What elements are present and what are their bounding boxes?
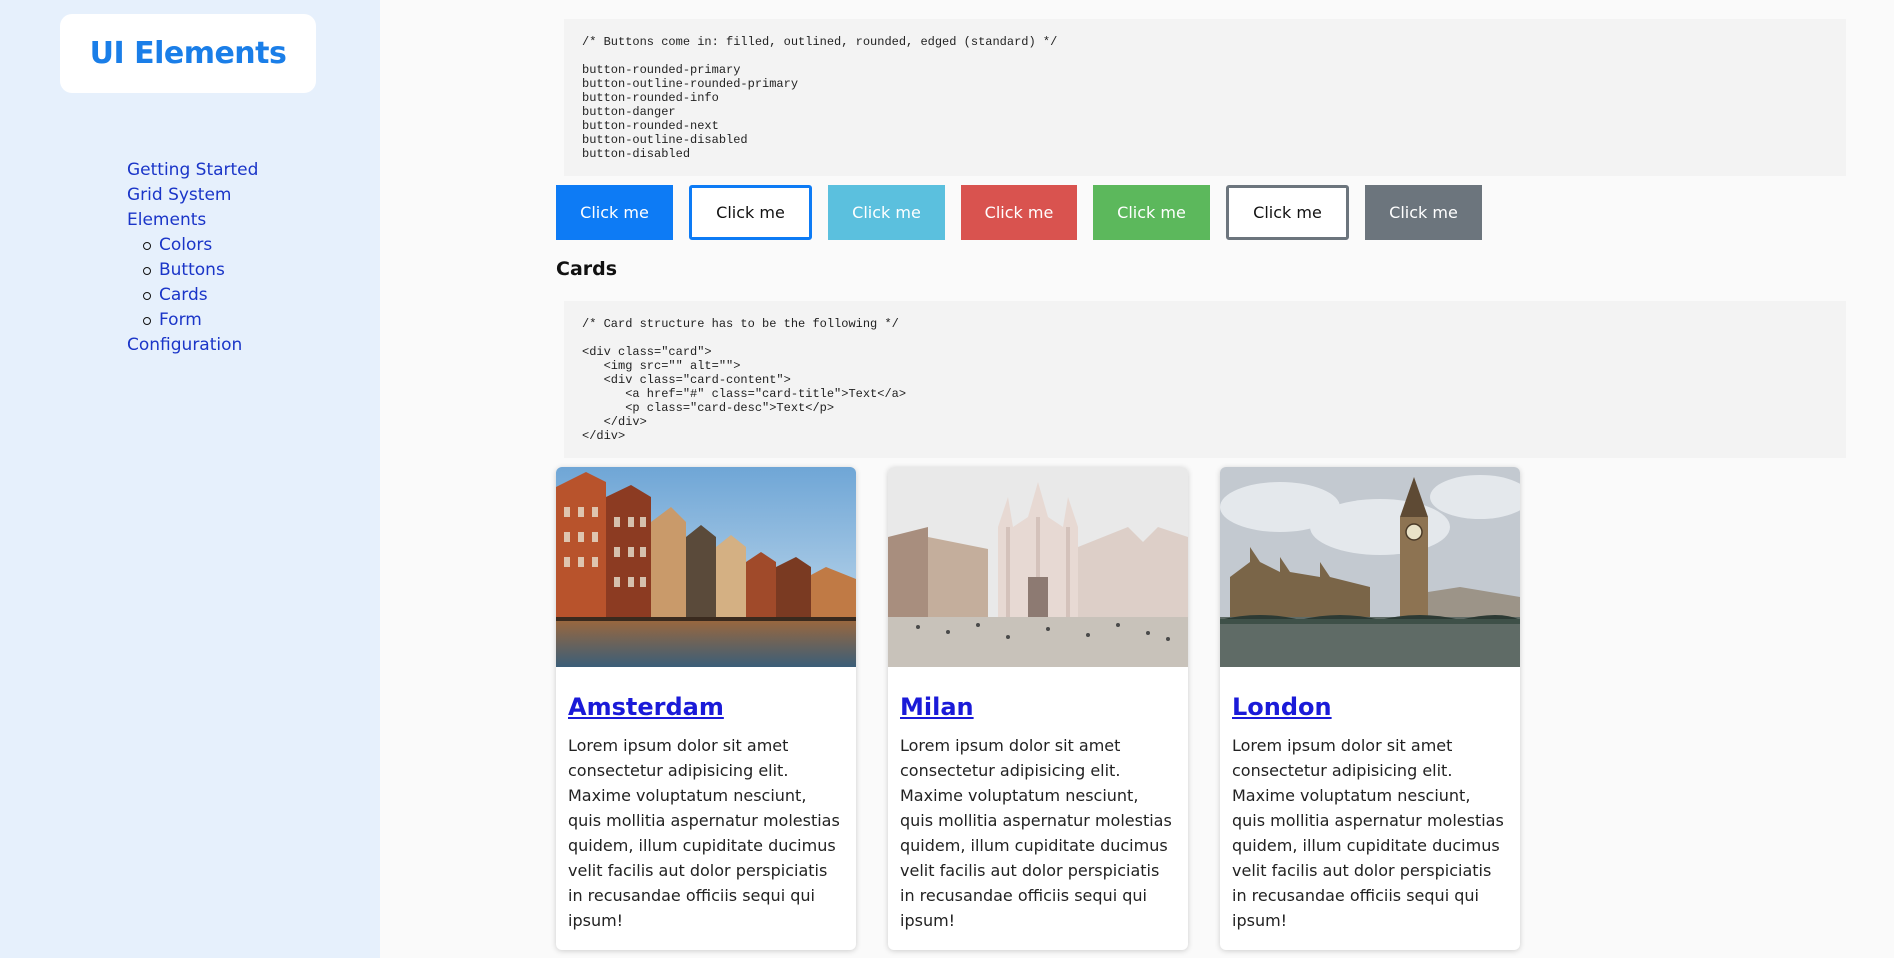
- button-outline-rounded-primary[interactable]: Click me: [689, 185, 812, 240]
- card-title-london[interactable]: London: [1232, 693, 1508, 721]
- nav-link-form[interactable]: Form: [143, 308, 258, 333]
- sidebar: UI Elements Getting Started Grid System …: [0, 0, 380, 958]
- bullet-icon: [143, 292, 151, 300]
- card-image-london: [1220, 467, 1520, 667]
- cards-section-title: Cards: [556, 258, 618, 280]
- card-milan: Milan Lorem ipsum dolor sit amet consect…: [888, 467, 1188, 950]
- button-outline-disabled[interactable]: Click me: [1226, 185, 1349, 240]
- nav-link-getting-started[interactable]: Getting Started: [127, 158, 258, 183]
- nav-link-elements[interactable]: Elements: [127, 208, 258, 233]
- bullet-icon: [143, 242, 151, 250]
- card-desc: Lorem ipsum dolor sit amet consectetur a…: [900, 736, 1172, 930]
- nav-link-grid-system[interactable]: Grid System: [127, 183, 258, 208]
- logo-text: UI Elements: [89, 36, 287, 71]
- nav-link-buttons[interactable]: Buttons: [143, 258, 258, 283]
- nav-sublist-elements: Colors Buttons Cards Form: [127, 233, 258, 333]
- bullet-icon: [143, 267, 151, 275]
- card-content: London Lorem ipsum dolor sit amet consec…: [1220, 667, 1520, 933]
- card-title-milan[interactable]: Milan: [900, 693, 1176, 721]
- nav-link-buttons-label: Buttons: [159, 260, 225, 280]
- card-content: Amsterdam Lorem ipsum dolor sit amet con…: [556, 667, 856, 933]
- button-danger[interactable]: Click me: [961, 185, 1077, 240]
- nav-link-colors[interactable]: Colors: [143, 233, 258, 258]
- buttons-code-block: /* Buttons come in: filled, outlined, ro…: [564, 19, 1846, 176]
- nav-link-configuration[interactable]: Configuration: [127, 333, 258, 358]
- button-rounded-next[interactable]: Click me: [1093, 185, 1210, 240]
- card-image-amsterdam: [556, 467, 856, 667]
- bullet-icon: [143, 317, 151, 325]
- button-rounded-primary[interactable]: Click me: [556, 185, 673, 240]
- card-amsterdam: Amsterdam Lorem ipsum dolor sit amet con…: [556, 467, 856, 950]
- card-title-amsterdam[interactable]: Amsterdam: [568, 693, 844, 721]
- card-desc: Lorem ipsum dolor sit amet consectetur a…: [1232, 736, 1504, 930]
- button-rounded-info[interactable]: Click me: [828, 185, 945, 240]
- card-content: Milan Lorem ipsum dolor sit amet consect…: [888, 667, 1188, 933]
- card-london: London Lorem ipsum dolor sit amet consec…: [1220, 467, 1520, 950]
- nav-link-form-label: Form: [159, 310, 202, 330]
- cards-code-block: /* Card structure has to be the followin…: [564, 301, 1846, 458]
- logo-box[interactable]: UI Elements: [60, 14, 316, 93]
- nav-link-cards[interactable]: Cards: [143, 283, 258, 308]
- nav-link-cards-label: Cards: [159, 285, 208, 305]
- sidebar-nav: Getting Started Grid System Elements Col…: [127, 158, 258, 358]
- card-image-milan: [888, 467, 1188, 667]
- nav-link-colors-label: Colors: [159, 235, 213, 255]
- card-desc: Lorem ipsum dolor sit amet consectetur a…: [568, 736, 840, 930]
- button-disabled[interactable]: Click me: [1365, 185, 1482, 240]
